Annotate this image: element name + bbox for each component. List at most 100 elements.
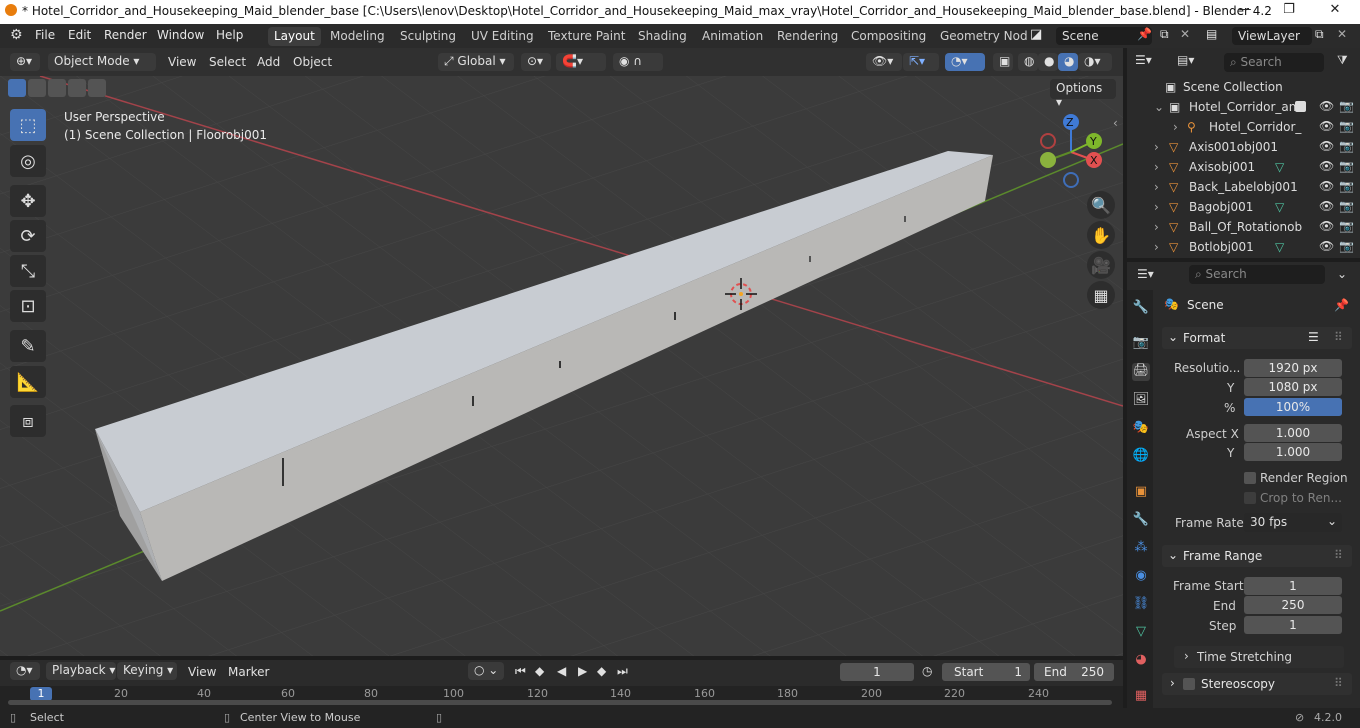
outliner-display-mode-icon[interactable]: ▤▾ [1177, 53, 1194, 67]
select-box-tool-icon[interactable]: ⬚ [10, 109, 46, 141]
frame-range-section-header[interactable]: ⌄ Frame Range ⠿ [1162, 545, 1352, 567]
select-subtract-icon[interactable] [48, 79, 66, 97]
add-cube-tool-icon[interactable]: ⧈ [10, 405, 46, 437]
camera-icon[interactable]: 📷 [1339, 99, 1354, 113]
3d-viewport[interactable]: Z X Y User Perspective (1) Scene Collect… [0, 76, 1123, 656]
camera-icon[interactable]: 📷 [1339, 139, 1354, 153]
visibility-dropdown[interactable]: 👁▾ [866, 53, 902, 71]
outliner-root-row[interactable]: ▣ Scene Collection [1127, 77, 1360, 97]
menu-file[interactable]: File [35, 28, 55, 42]
properties-editor-type-icon[interactable]: ☰▾ [1137, 267, 1154, 281]
camera-icon[interactable]: 📷 [1339, 239, 1354, 253]
timeline-end-field[interactable]: End 250 [1034, 663, 1114, 681]
menu-window[interactable]: Window [157, 28, 204, 42]
orientation-dropdown[interactable]: ⤢ Global ▾ [438, 53, 514, 71]
frame-start-field[interactable]: 1 [1244, 577, 1342, 595]
expand-chevron-icon[interactable]: › [1173, 120, 1178, 134]
eye-icon[interactable]: 👁 [1319, 99, 1334, 113]
shading-wireframe-icon[interactable]: ◍ [1018, 53, 1038, 71]
view-menu[interactable]: View [168, 55, 196, 69]
eye-icon[interactable]: 👁 [1319, 239, 1334, 253]
camera-icon[interactable]: 📷 [1339, 119, 1354, 133]
next-keyframe-icon[interactable]: ◆ [597, 664, 606, 678]
overlay-toggle[interactable]: ◔▾ [945, 53, 985, 71]
ortho-grid-icon[interactable]: ▦ [1087, 281, 1115, 309]
outliner-search-input[interactable]: ⌕ Search [1224, 53, 1324, 72]
menu-render[interactable]: Render [104, 28, 147, 42]
new-viewlayer-icon[interactable]: ⧉ [1315, 27, 1324, 42]
eye-icon[interactable]: 👁 [1319, 119, 1334, 133]
select-invert-icon[interactable] [68, 79, 86, 97]
proportional-edit-toggle[interactable]: ◉ ∩ [613, 53, 663, 71]
menu-edit[interactable]: Edit [68, 28, 91, 42]
select-new-icon[interactable] [8, 79, 26, 97]
pin-icon[interactable]: 📌 [1334, 298, 1349, 312]
sidebar-toggle-icon[interactable]: ‹ [1113, 116, 1118, 130]
timeline-start-field[interactable]: Start 1 [942, 663, 1030, 681]
jump-end-icon[interactable]: ⏭ [617, 664, 628, 679]
eye-icon[interactable]: 👁 [1319, 179, 1334, 193]
pin-scene-icon[interactable]: 📌 [1137, 27, 1152, 41]
playhead-marker[interactable]: 1 [30, 687, 52, 701]
gizmo-toggle[interactable]: ⇱▾ [903, 53, 939, 71]
object-menu[interactable]: Object [293, 55, 332, 69]
properties-options-icon[interactable]: ⌄ [1337, 267, 1347, 281]
camera-view-icon[interactable]: 🎥 [1087, 251, 1115, 279]
format-section-header[interactable]: ⌄ Format ☰ ⠿ [1162, 327, 1352, 349]
tab-texture-paint[interactable]: Texture Paint [542, 27, 631, 46]
select-extend-icon[interactable] [28, 79, 46, 97]
view-layer-field[interactable]: ViewLayer [1232, 27, 1312, 45]
drag-handle-icon[interactable]: ⠿ [1334, 676, 1343, 690]
time-stretching-subpanel[interactable]: › Time Stretching [1174, 646, 1344, 668]
scene-tab-icon[interactable]: 🎭 [1132, 420, 1150, 438]
timeline-scrollbar[interactable] [8, 700, 1112, 705]
expand-chevron-icon[interactable]: › [1154, 200, 1159, 214]
render-tab-icon[interactable]: 📷 [1132, 335, 1150, 353]
rotate-tool-icon[interactable]: ⟳ [10, 220, 46, 252]
tab-uv-editing[interactable]: UV Editing [465, 27, 540, 46]
xray-toggle[interactable]: ▣ [993, 53, 1013, 71]
pivot-dropdown[interactable]: ⊙▾ [521, 53, 551, 71]
resolution-y-field[interactable]: 1080 px [1244, 378, 1342, 396]
editor-type-icon[interactable]: ⊕▾ [10, 53, 40, 71]
physics-tab-icon[interactable]: ◉ [1132, 568, 1150, 586]
tab-sculpting[interactable]: Sculpting [394, 27, 462, 46]
outliner-row[interactable]: › ▽ Ball_Of_Rotationob 👁 📷 [1127, 217, 1360, 237]
select-intersect-icon[interactable] [88, 79, 106, 97]
keying-menu[interactable]: Keying ▾ [117, 662, 177, 680]
blender-menu-icon[interactable]: ⚙ [10, 27, 23, 43]
tab-modeling[interactable]: Modeling [324, 27, 391, 46]
expand-chevron-icon[interactable]: ⌄ [1154, 100, 1164, 114]
delete-viewlayer-icon[interactable]: ✕ [1337, 27, 1347, 41]
crop-checkbox[interactable] [1244, 492, 1256, 504]
outliner-row[interactable]: › ▽ Back_Labelobj001 👁 📷 [1127, 177, 1360, 197]
measure-tool-icon[interactable]: 📐 [10, 366, 46, 398]
eye-icon[interactable]: 👁 [1319, 159, 1334, 173]
aspect-x-field[interactable]: 1.000 [1244, 424, 1342, 442]
shading-material-icon[interactable]: ◕ [1058, 53, 1078, 71]
tab-geometry-nodes[interactable]: Geometry Nod [934, 27, 1034, 46]
frame-ruler[interactable]: 1 20 40 60 80 100 120 140 160 180 200 22… [0, 686, 1123, 708]
data-tab-icon[interactable]: ▽ [1132, 624, 1150, 642]
scene-browse-icon[interactable]: ◪ [1030, 27, 1042, 42]
select-box-mode-group[interactable] [8, 79, 106, 99]
outliner-row[interactable]: › ▽ Axisobj001 ▽ 👁 📷 [1127, 157, 1360, 177]
presets-icon[interactable]: ☰ [1308, 330, 1319, 344]
output-tab-icon[interactable]: 🖨 [1132, 363, 1150, 381]
tab-animation[interactable]: Animation [696, 27, 769, 46]
filter-icon[interactable]: ⧩ [1337, 53, 1348, 68]
properties-search-input[interactable]: ⌕ Search [1189, 265, 1325, 284]
eye-icon[interactable]: 👁 [1319, 199, 1334, 213]
menu-help[interactable]: Help [216, 28, 243, 42]
tab-layout[interactable]: Layout [268, 27, 321, 46]
outliner-row[interactable]: › ▽ Axis001obj001 👁 📷 [1127, 137, 1360, 157]
timeline-view-menu[interactable]: View [188, 665, 216, 679]
resolution-percent-slider[interactable]: 100% [1244, 398, 1342, 416]
camera-icon[interactable]: 📷 [1339, 159, 1354, 173]
aspect-y-field[interactable]: 1.000 [1244, 443, 1342, 461]
annotate-tool-icon[interactable]: ✎ [10, 330, 46, 362]
particles-tab-icon[interactable]: ⁂ [1132, 540, 1150, 558]
tab-compositing[interactable]: Compositing [845, 27, 932, 46]
transform-tool-icon[interactable]: ⊡ [10, 290, 46, 322]
shading-solid-icon[interactable]: ● [1038, 53, 1058, 71]
